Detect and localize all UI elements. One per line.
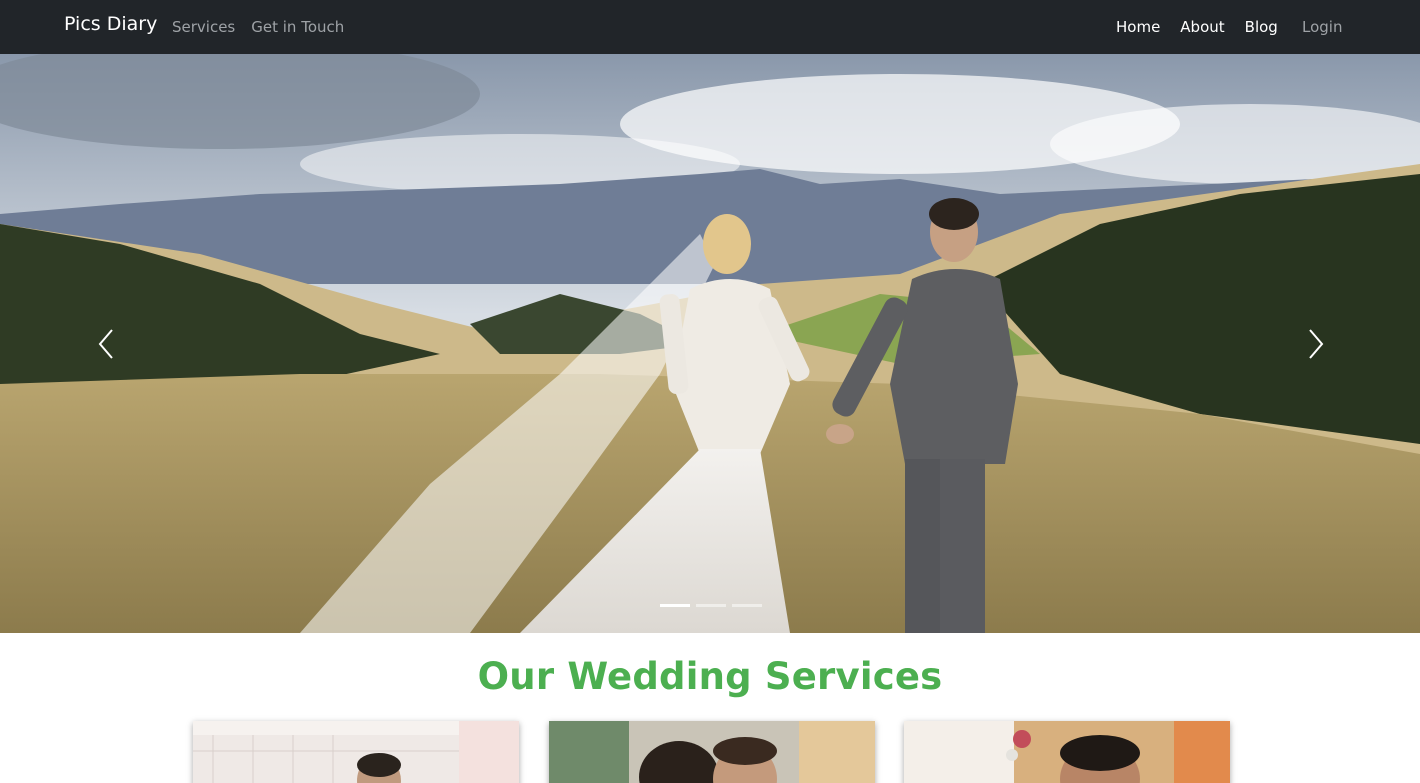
carousel-indicator-2[interactable]: [696, 604, 726, 607]
carousel-prev-button[interactable]: [92, 324, 122, 364]
service-card-2[interactable]: [549, 721, 875, 783]
service-card-image-2: [549, 721, 875, 783]
carousel-next-button[interactable]: [1300, 324, 1330, 364]
chevron-left-icon: [98, 329, 113, 359]
login-link[interactable]: Login: [1302, 17, 1342, 37]
nav-link-services[interactable]: Services: [172, 17, 235, 37]
service-card-3[interactable]: [904, 721, 1230, 783]
hero-carousel: [0, 54, 1420, 633]
nav-link-get-in-touch[interactable]: Get in Touch: [251, 17, 344, 37]
nav-link-home[interactable]: Home: [1116, 17, 1160, 37]
brand-logo[interactable]: Pics Diary: [64, 13, 157, 35]
top-navbar: Pics Diary Services Get in Touch Home Ab…: [0, 0, 1420, 54]
carousel-indicator-1[interactable]: [660, 604, 690, 607]
service-card-image-3: [904, 721, 1230, 783]
nav-link-blog[interactable]: Blog: [1245, 17, 1278, 37]
services-heading: Our Wedding Services: [477, 655, 943, 698]
service-card-1[interactable]: [193, 721, 519, 783]
nav-right-links: Home About Blog: [1116, 17, 1278, 37]
nav-left-links: Services Get in Touch: [172, 17, 344, 37]
nav-link-about[interactable]: About: [1180, 17, 1224, 37]
service-card-image-1: [193, 721, 519, 783]
chevron-right-icon: [1309, 329, 1324, 359]
carousel-indicators: [660, 604, 762, 607]
hero-slide-image: [0, 54, 1420, 633]
carousel-indicator-3[interactable]: [732, 604, 762, 607]
